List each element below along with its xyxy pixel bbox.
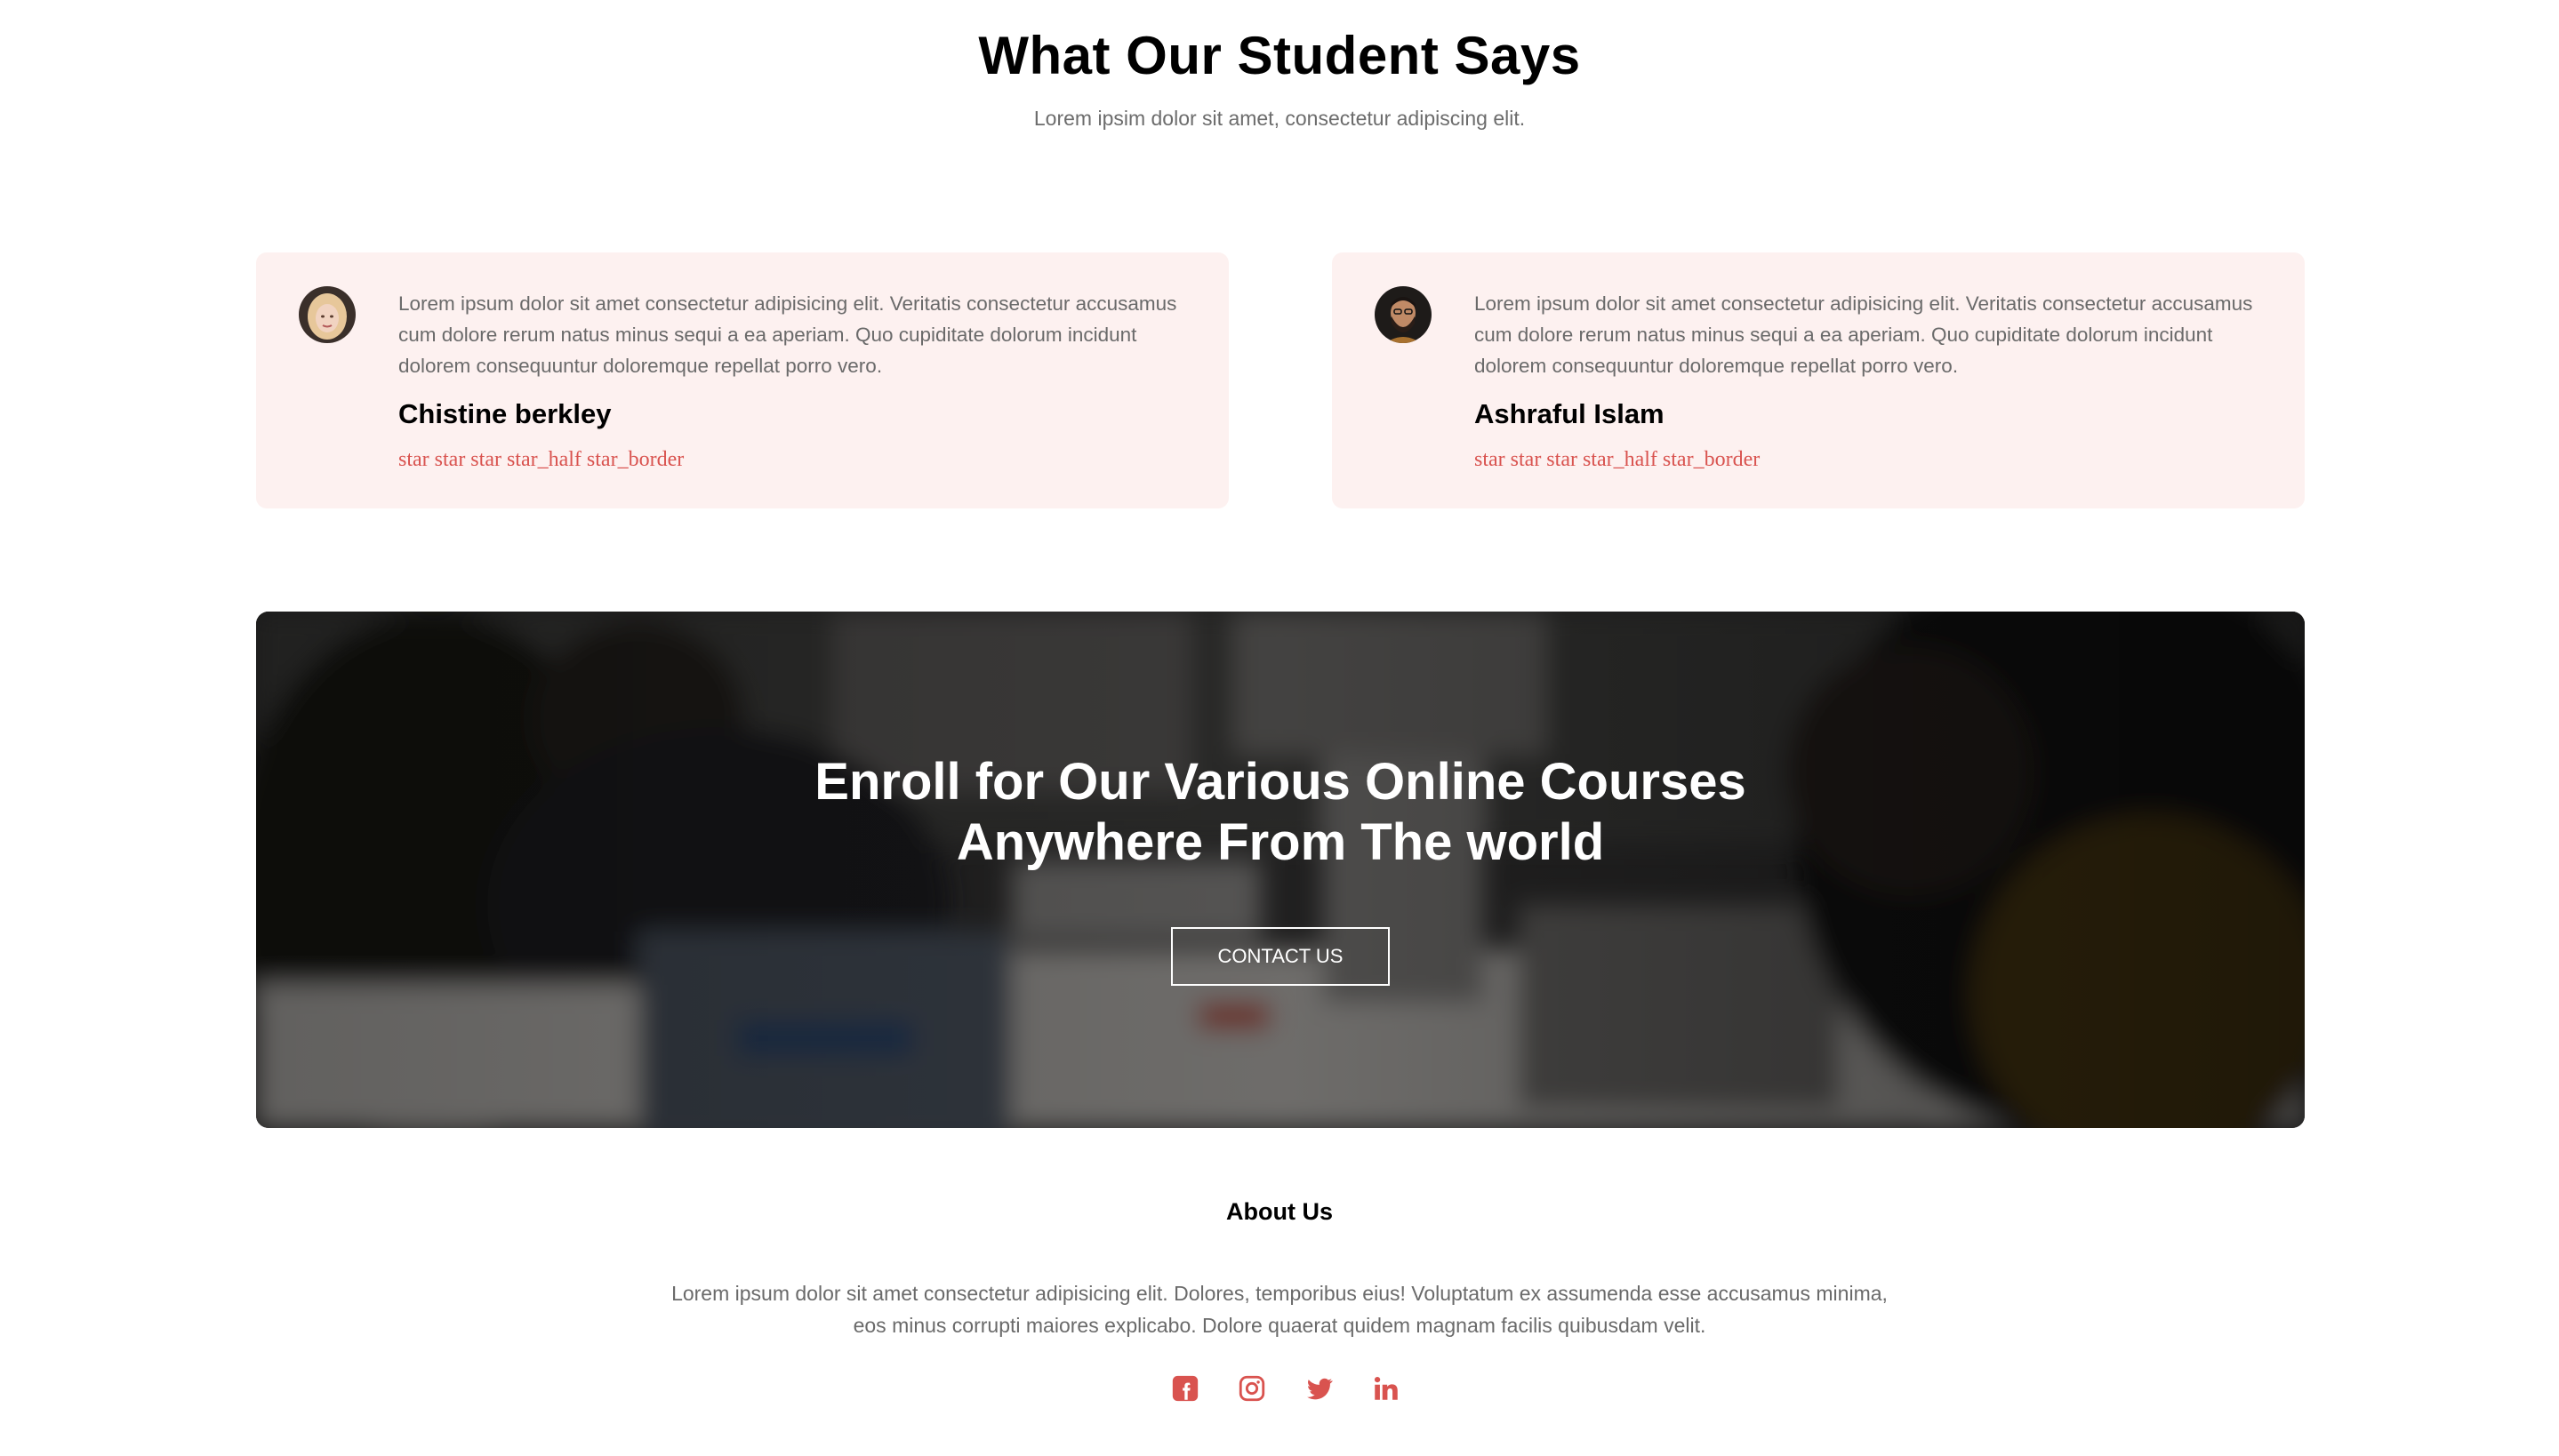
about-text-line2: eos minus corrupti maiores explicabo. Do…	[853, 1314, 1706, 1337]
linkedin-icon[interactable]	[1371, 1373, 1401, 1404]
testimonial-name: Chistine berkley	[398, 398, 612, 429]
facebook-icon[interactable]	[1170, 1373, 1200, 1404]
social-links	[1170, 1373, 1401, 1404]
testimonial-text: Lorem ipsum dolor sit amet consectetur a…	[1474, 292, 2253, 377]
contact-us-button[interactable]: CONTACT US	[1171, 927, 1390, 986]
rating-stars: star star star star_half star_border	[1474, 448, 1761, 471]
testimonials-title: What Our Student Says	[978, 26, 1581, 85]
about-text-line1: Lorem ipsum dolor sit amet consectetur a…	[671, 1282, 1888, 1305]
about-text: Lorem ipsum dolor sit amet consectetur a…	[657, 1277, 1902, 1341]
testimonial-card: Lorem ipsum dolor sit amet consectetur a…	[1332, 252, 2305, 508]
testimonial-text: Lorem ipsum dolor sit amet consectetur a…	[398, 292, 1177, 377]
twitter-icon[interactable]	[1304, 1373, 1335, 1404]
testimonials-subtitle: Lorem ipsim dolor sit amet, consectetur …	[1033, 107, 1526, 130]
about-title: About Us	[1226, 1198, 1333, 1225]
testimonial-card: Lorem ipsum dolor sit amet consectetur a…	[256, 252, 1229, 508]
banner-title: Enroll for Our Various Online Courses An…	[256, 752, 2305, 873]
rating-stars: star star star star_half star_border	[398, 448, 685, 471]
banner-title-line1: Enroll for Our Various Online Courses	[814, 753, 1746, 811]
instagram-icon[interactable]	[1237, 1373, 1267, 1404]
enroll-banner: Enroll for Our Various Online Courses An…	[256, 612, 2305, 1128]
testimonial-name: Ashraful Islam	[1474, 398, 1665, 429]
avatar	[1375, 286, 1432, 343]
avatar	[299, 286, 356, 343]
banner-title-line2: Anywhere From The world	[956, 813, 1605, 871]
